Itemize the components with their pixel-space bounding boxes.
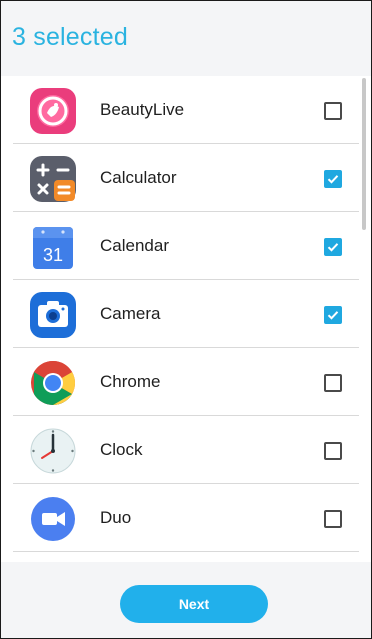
app-label: Duo xyxy=(100,508,132,527)
calendar-icon: 31 xyxy=(33,227,73,269)
scrollbar[interactable] xyxy=(362,78,366,230)
checkbox-clock[interactable] xyxy=(324,442,342,460)
app-label: Clock xyxy=(100,440,143,459)
checkbox-calendar[interactable] xyxy=(324,238,342,256)
footer: Next xyxy=(1,562,371,638)
app-label: Chrome xyxy=(100,372,161,391)
calendar-day-text: 31 xyxy=(43,245,63,265)
app-label: BeautyLive xyxy=(100,100,185,119)
chrome-icon xyxy=(31,361,75,405)
duo-icon xyxy=(31,497,75,541)
app-label: Calendar xyxy=(100,236,169,255)
list-item-chrome[interactable]: Chrome xyxy=(1,348,359,416)
list-item-camera[interactable]: Camera xyxy=(1,280,359,348)
checkbox-duo[interactable] xyxy=(324,510,342,528)
checkbox-camera[interactable] xyxy=(324,306,342,324)
list-item-clock[interactable]: Clock xyxy=(1,416,359,484)
app-list[interactable]: BeautyLive Calculator 31 Calendar Camera… xyxy=(1,76,371,552)
next-button[interactable]: Next xyxy=(120,585,268,623)
app-label: Camera xyxy=(100,304,161,323)
list-item-calendar[interactable]: 31 Calendar xyxy=(1,212,359,280)
header: 3 selected xyxy=(1,1,371,76)
app-picker-screen: 3 selected BeautyLive Calculator 31 Cale… xyxy=(0,0,372,639)
checkbox-chrome[interactable] xyxy=(324,374,342,392)
camera-icon xyxy=(30,292,76,338)
checkmark-icon xyxy=(327,243,339,252)
checkmark-icon xyxy=(327,175,339,184)
list-item-beautylive[interactable]: BeautyLive xyxy=(1,76,359,144)
divider xyxy=(13,551,359,552)
app-label: Calculator xyxy=(100,168,177,187)
beautylive-icon xyxy=(30,88,76,134)
list-item-calculator[interactable]: Calculator xyxy=(1,144,359,212)
clock-icon xyxy=(30,428,76,474)
checkbox-beautylive[interactable] xyxy=(324,102,342,120)
list-item-duo[interactable]: Duo xyxy=(1,484,359,552)
calculator-icon xyxy=(30,156,76,202)
page-title: 3 selected xyxy=(12,23,128,51)
checkbox-calculator[interactable] xyxy=(324,170,342,188)
checkmark-icon xyxy=(327,311,339,320)
